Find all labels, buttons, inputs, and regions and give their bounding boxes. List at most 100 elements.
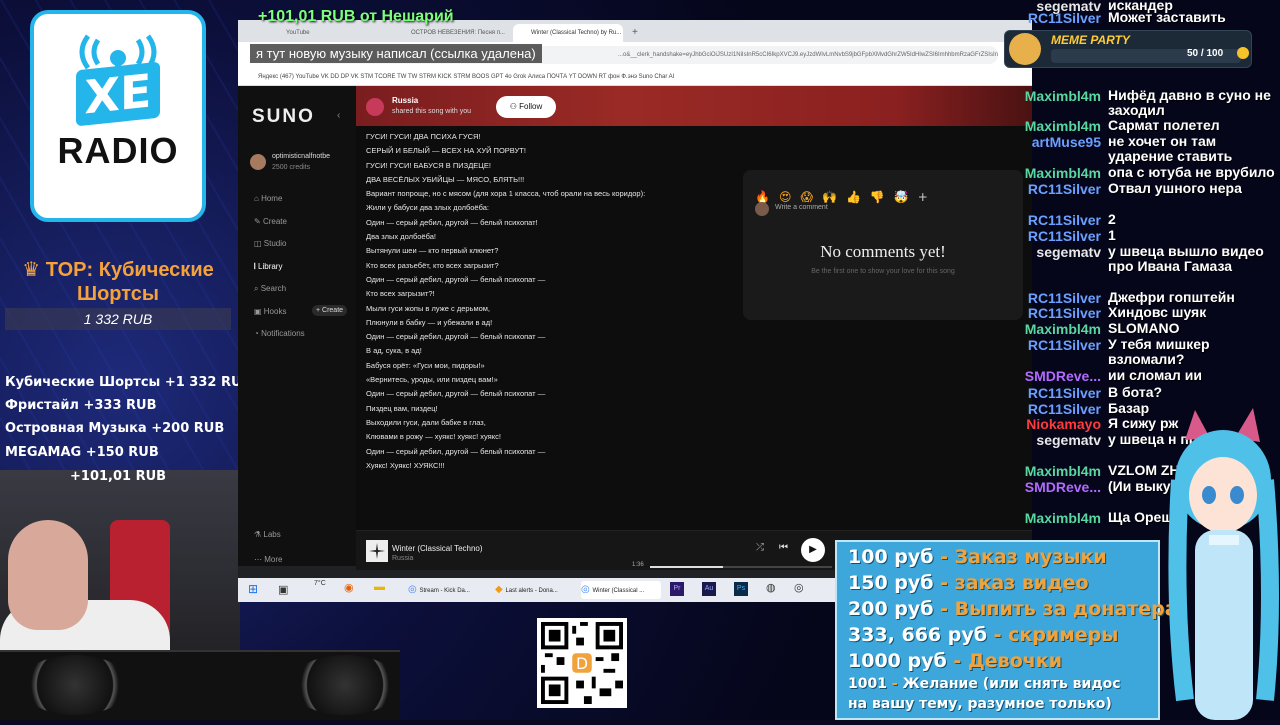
nav-library[interactable]: 𝄃 Library <box>254 262 282 272</box>
reaction-emoji[interactable]: 🤯 <box>894 190 909 204</box>
browser-window: YouTube ОСТРОВ НЕВЕЗЕНИЯ: Песня п... Win… <box>238 20 1032 602</box>
price-amount: 1000 руб <box>848 650 947 672</box>
create-hook-button[interactable]: + Create <box>312 305 348 316</box>
nav-hooks[interactable]: ▣ Hooks <box>254 307 286 316</box>
shuffle-icon[interactable]: ⤮ <box>756 542 764 553</box>
user-name[interactable]: optimisticnalfnotbe <box>272 153 330 160</box>
nav-labs[interactable]: ⚗ Labs <box>254 530 281 539</box>
chat-username[interactable]: Niokamayo <box>1026 416 1101 432</box>
photoshop-icon[interactable]: Ps <box>734 582 748 596</box>
bookmarks-bar[interactable]: Яндекс (467) YouTube VK DD DP VK STM TCO… <box>238 68 1032 86</box>
meme-party-widget: MEME PARTY 50 / 100 <box>1004 30 1252 68</box>
nav-more[interactable]: ⋯ More <box>254 555 282 564</box>
chat-username[interactable]: Maximbl4m <box>1025 118 1101 134</box>
firefox-icon[interactable]: ◉ <box>344 581 354 594</box>
tab-ostrov[interactable]: ОСТРОВ НЕВЕЗЕНИЯ: Песня п... <box>393 24 508 42</box>
user-credits: 2500 credits <box>272 164 311 171</box>
vtuber-illustration <box>1168 408 1279 720</box>
player-title[interactable]: Winter (Classical Techno) <box>392 544 483 553</box>
price-amount: 333, 666 руб <box>848 624 988 646</box>
new-tab-button[interactable]: + <box>628 24 648 42</box>
price-amount: 150 руб <box>848 572 934 594</box>
chat-username[interactable]: RC11Silver <box>1028 401 1101 417</box>
taskbar-item-winter[interactable]: ◎ Winter (Classical ... <box>581 581 661 599</box>
collapse-sidebar-icon[interactable]: ‹ <box>337 110 340 121</box>
follow-button[interactable]: ⚇ Follow <box>496 96 556 118</box>
price-row: 150 руб - заказ видео <box>848 572 1089 594</box>
reaction-emoji[interactable]: 👍 <box>846 190 861 204</box>
chat-username[interactable]: RC11Silver <box>1028 228 1101 244</box>
chat-username[interactable]: RC11Silver <box>1028 212 1101 228</box>
tab-suno[interactable]: Winter (Classical Techno) by Ru... <box>513 24 623 42</box>
anime-avatar <box>1165 400 1280 720</box>
nav-label: Search <box>260 284 287 293</box>
shared-text: shared this song with you <box>392 108 471 115</box>
windows-start-icon[interactable]: ⊞ <box>248 582 258 596</box>
sharer-name[interactable]: Russia <box>392 96 418 105</box>
reaction-emoji[interactable]: 😍 <box>779 190 792 204</box>
nav-home[interactable]: ⌂ Home <box>254 194 282 203</box>
add-reaction-icon[interactable]: + <box>918 190 928 204</box>
app-icon[interactable]: ◍ <box>766 581 776 594</box>
sharer-avatar[interactable] <box>366 98 384 116</box>
chat-username[interactable]: segematv <box>1036 432 1101 448</box>
chat-username[interactable]: Maximbl4m <box>1025 88 1101 104</box>
nav-search[interactable]: ⌕ Search <box>254 284 286 294</box>
chat-message: у швеца вышло видео про Ивана Гамаза <box>1108 243 1264 274</box>
chat-username[interactable]: RC11Silver <box>1028 181 1101 197</box>
chrome-icon: ◎ <box>408 584 420 595</box>
tab-youtube[interactable]: YouTube <box>268 24 393 42</box>
avatar[interactable] <box>250 154 266 170</box>
user-plus-icon: ⚇ <box>509 102 520 111</box>
chat-username[interactable]: RC11Silver <box>1028 290 1101 306</box>
chat-username[interactable]: Maximbl4m <box>1025 321 1101 337</box>
chat-username[interactable]: Maximbl4m <box>1025 463 1101 479</box>
folder-icon[interactable]: ▬ <box>374 581 385 593</box>
chat-username[interactable]: RC11Silver <box>1028 385 1101 401</box>
taskbar-item-alerts[interactable]: ◆ Last alerts - Dona... <box>495 581 575 599</box>
steam-icon[interactable]: ◎ <box>794 581 804 594</box>
home-icon: ⌂ <box>254 194 262 203</box>
chat-username[interactable]: RC11Silver <box>1028 337 1101 353</box>
reaction-emoji[interactable]: 👎 <box>870 190 885 204</box>
suno-logo[interactable]: SUNO <box>252 106 315 128</box>
chat-username[interactable]: artMuse95 <box>1032 134 1101 150</box>
price-separator: - <box>886 676 903 692</box>
nav-create[interactable]: ✎ Create <box>254 217 287 226</box>
progress-track[interactable] <box>650 566 832 568</box>
audition-icon[interactable]: Au <box>702 582 716 596</box>
play-button[interactable]: ▶ <box>801 538 825 562</box>
donation-qr-code[interactable]: D <box>537 618 627 708</box>
nav-notifications[interactable]: ◔ Notifications <box>254 329 305 338</box>
donation-line: Кубические Шортсы +1 332 RUB <box>5 375 252 390</box>
reaction-emoji[interactable]: 😱 <box>800 190 813 204</box>
nav-studio[interactable]: ◫ Studio <box>254 239 286 248</box>
nav-label: Create <box>262 217 287 226</box>
chat-username[interactable]: SMDReve... <box>1025 368 1101 384</box>
lyric-line: Один — серый дебил, другой — белый психо… <box>366 332 546 342</box>
player-artist[interactable]: Russia <box>392 555 413 562</box>
previous-icon[interactable]: ⏮ <box>779 542 788 553</box>
top-donation-amount: 1 332 RUB <box>5 308 231 330</box>
svg-text:D: D <box>576 655 588 673</box>
chat-username[interactable]: Maximbl4m <box>1025 165 1101 181</box>
premiere-icon[interactable]: Pr <box>670 582 684 596</box>
more-icon: ⋯ <box>254 555 265 564</box>
track-cover[interactable] <box>366 540 388 562</box>
chat-username[interactable]: SMDReve... <box>1025 479 1101 495</box>
chat-username[interactable]: RC11Silver <box>1028 305 1101 321</box>
weather-widget[interactable]: 7°C <box>314 580 326 587</box>
chat-username[interactable]: RC11Silver <box>1028 10 1101 26</box>
chat-username[interactable]: segematv <box>1036 244 1101 260</box>
crown-icon: ♛ <box>22 259 46 281</box>
top-donation-label: ♛ TOP: Кубические Шортсы <box>18 258 218 306</box>
chat-message: Хиндовс шуяк <box>1108 304 1207 320</box>
taskbar-item-stream[interactable]: ◎ Stream - Kick Da... <box>408 581 488 599</box>
price-separator: - <box>933 598 955 620</box>
reaction-emoji[interactable]: 🙌 <box>822 190 837 204</box>
chat-username[interactable]: Maximbl4m <box>1025 510 1101 526</box>
nav-label: Home <box>261 194 283 203</box>
comment-input[interactable]: Write a comment <box>775 204 828 211</box>
task-view-icon[interactable]: ▣ <box>278 583 288 596</box>
logo-xe: XE <box>76 61 160 127</box>
